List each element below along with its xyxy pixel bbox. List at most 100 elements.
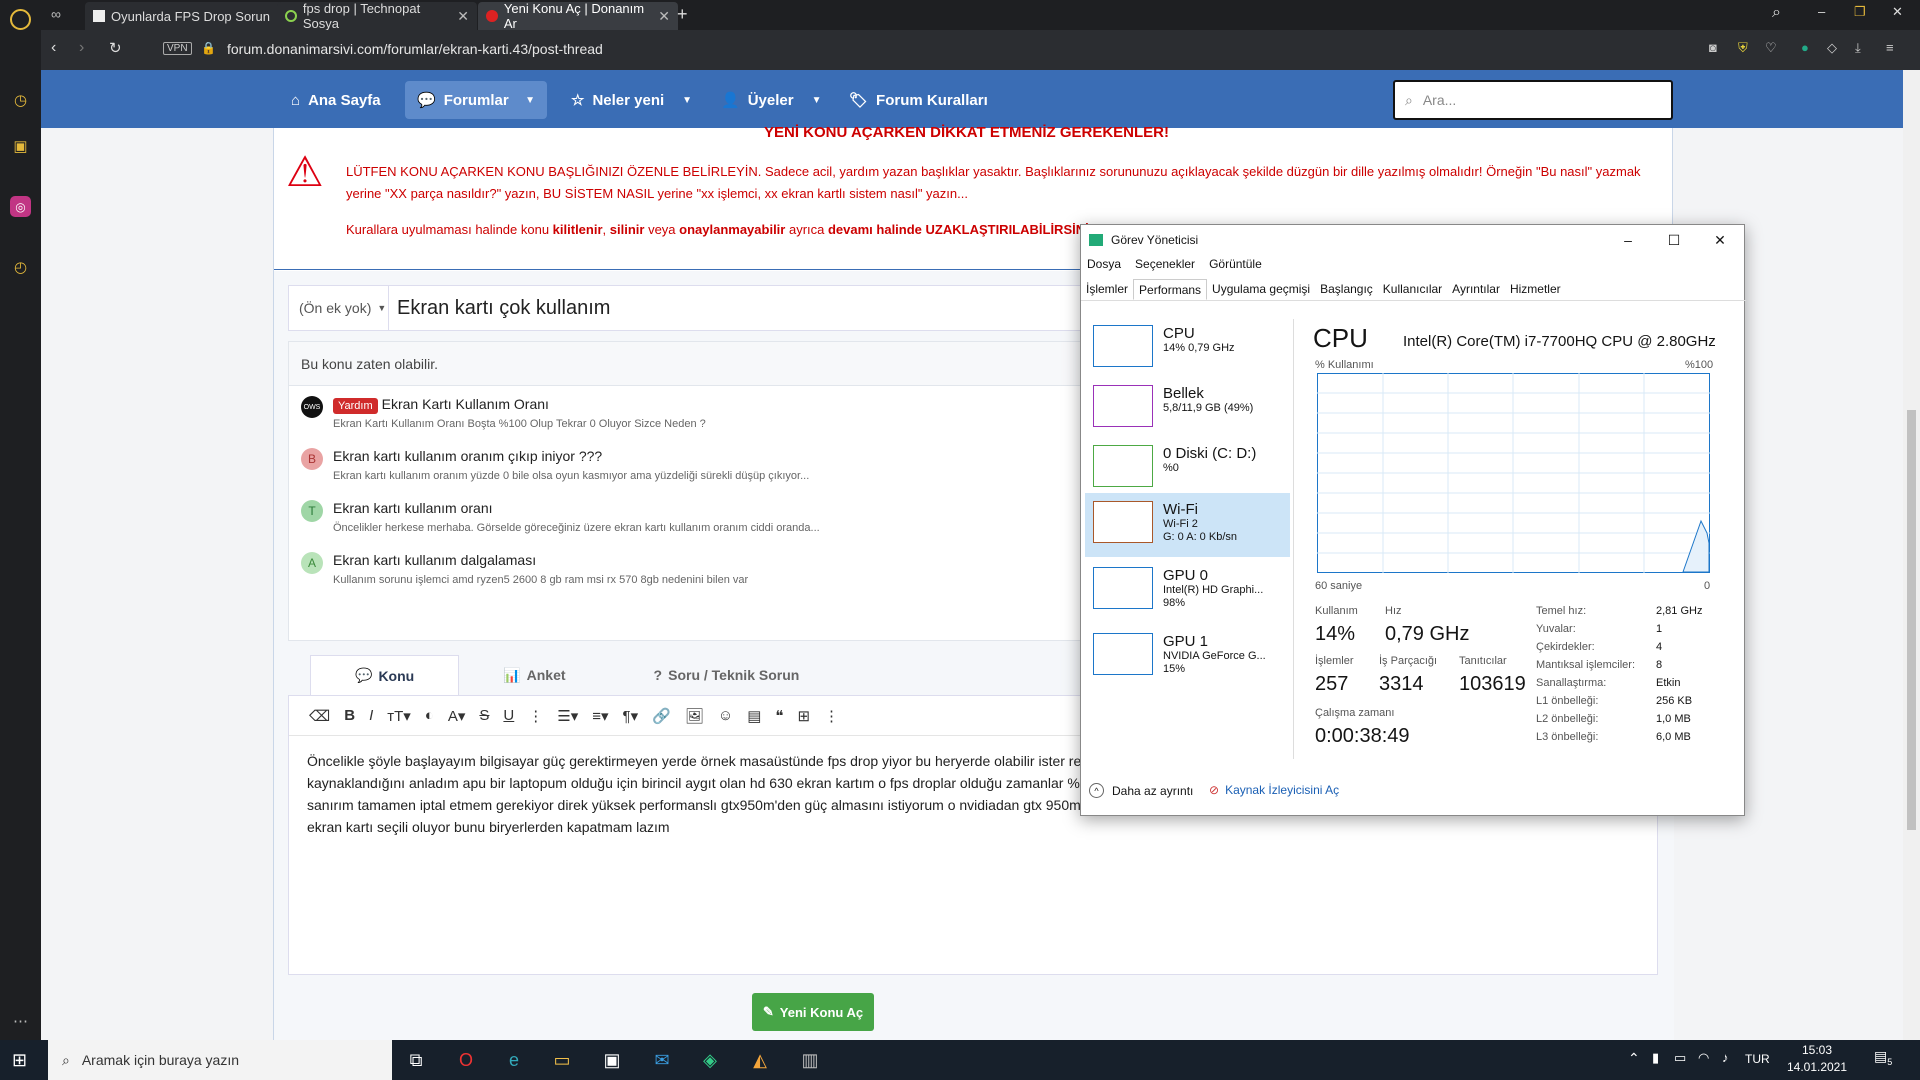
search-input[interactable]: ⌕ Ara... <box>1393 80 1673 120</box>
more-icon[interactable]: ⋮ <box>824 707 839 725</box>
submit-button[interactable]: ✎ Yeni Konu Aç <box>752 993 874 1031</box>
tab-konu[interactable]: 💬 Konu <box>310 655 460 695</box>
list-item[interactable]: A Ekran kartı kullanım dalgalaması Kullan… <box>301 552 748 586</box>
game-app-icon[interactable]: ◈ <box>696 1046 724 1074</box>
tray-app-icon[interactable]: ▮ <box>1652 1050 1659 1066</box>
nav-members[interactable]: 👤 Üyeler ▼ <box>709 81 833 119</box>
network-icon[interactable]: ◠ <box>1698 1050 1709 1066</box>
resource-monitor-link[interactable]: ⊘ Kaynak İzleyicisini Aç <box>1209 783 1339 797</box>
speed-dial-icon[interactable]: ◷ <box>10 89 31 110</box>
text-size-icon[interactable]: тT▾ <box>387 707 411 725</box>
file-explorer-icon[interactable]: ▭ <box>548 1046 576 1074</box>
nav-home[interactable]: ⌂ Ana Sayfa <box>279 81 393 119</box>
extension-icon[interactable]: ● <box>1801 40 1809 55</box>
heart-icon[interactable]: ♡ <box>1765 40 1777 56</box>
task-view-icon[interactable]: ⧉ <box>402 1046 430 1074</box>
new-tab-icon[interactable]: + <box>677 4 688 25</box>
nav-forums[interactable]: 💬 Forumlar ▼ <box>405 81 547 119</box>
list-item[interactable]: OWS Yardım Ekran Kartı Kullanım Oranı Ekra… <box>301 396 706 430</box>
image-icon[interactable]: 🖼 <box>685 707 704 725</box>
chevron-down-icon[interactable]: ▼ <box>682 95 692 106</box>
resource-memory[interactable]: Bellek 5,8/11,9 GB (49%) <box>1085 377 1290 441</box>
history-icon[interactable]: ◴ <box>10 256 31 277</box>
less-details-button[interactable]: ^ Daha az ayrıntı <box>1089 783 1193 798</box>
tab-details[interactable]: Ayrıntılar <box>1447 279 1505 300</box>
store-icon[interactable]: ▣ <box>598 1046 626 1074</box>
tab-app-history[interactable]: Uygulama geçmişi <box>1207 279 1315 300</box>
page-scrollbar[interactable] <box>1903 70 1920 1040</box>
nav-rules[interactable]: 🏷 Forum Kuralları <box>837 81 1000 119</box>
windows-start-icon[interactable]: ⊞ <box>12 1050 27 1071</box>
reload-icon[interactable]: ↻ <box>109 39 122 57</box>
browser-tab-active[interactable]: Yeni Konu Aç | Donanım Ar ✕ <box>478 1 678 31</box>
more-icon[interactable]: ⋯ <box>10 1010 31 1031</box>
tab-menu-icon[interactable]: ∞ <box>51 6 61 22</box>
shield-icon[interactable]: ⛨ <box>1738 40 1748 56</box>
edge-app-icon[interactable]: e <box>500 1046 528 1074</box>
menu-icon[interactable]: ≡ <box>1886 40 1894 55</box>
align-icon[interactable]: ≡▾ <box>592 707 608 725</box>
battery-icon[interactable]: ▭ <box>1674 1050 1686 1066</box>
list-item[interactable]: T Ekran kartı kullanım oranı Öncelikler h… <box>301 500 820 534</box>
download-icon[interactable]: ⤓ <box>1855 40 1861 56</box>
clock[interactable]: 15:03 14.01.2021 <box>1782 1043 1852 1074</box>
cube-icon[interactable]: ◇ <box>1827 40 1837 56</box>
list-item[interactable]: B Ekran kartı kullanım oranım çıkıp iniy… <box>301 448 809 482</box>
font-icon[interactable]: A▾ <box>448 707 466 725</box>
resource-gpu1[interactable]: GPU 1 NVIDIA GeForce G... 15% <box>1085 625 1290 689</box>
instagram-icon[interactable]: ◎ <box>10 196 31 217</box>
minimize-icon[interactable]: – <box>1818 4 1825 19</box>
resource-disk[interactable]: 0 Diski (C: D:) %0 <box>1085 437 1290 501</box>
bold-icon[interactable]: B <box>344 707 355 724</box>
chevron-down-icon[interactable]: ▼ <box>525 95 535 106</box>
search-tabs-icon[interactable]: ⌕ <box>1772 4 1781 22</box>
close-tab-icon[interactable]: ✕ <box>658 8 670 25</box>
close-window-icon[interactable]: ✕ <box>1892 4 1903 20</box>
url-field[interactable]: forum.donanimarsivi.com/forumlar/ekran-k… <box>227 41 603 57</box>
browser-tab[interactable]: fps drop | Technopat Sosya ✕ <box>277 1 477 31</box>
restore-icon[interactable]: ❐ <box>1854 4 1866 20</box>
resource-gpu0[interactable]: GPU 0 Intel(R) HD Graphi... 98% <box>1085 559 1290 623</box>
vpn-badge[interactable]: VPN <box>163 42 192 55</box>
prefix-select[interactable]: (Ön ek yok) ▼ <box>289 286 389 330</box>
nav-whats-new[interactable]: ☆ Neler yeni ▼ <box>559 81 704 119</box>
close-button[interactable]: ✕ <box>1697 225 1743 255</box>
italic-icon[interactable]: I <box>369 707 373 724</box>
task-manager-app-icon[interactable]: ▥ <box>796 1046 824 1074</box>
opera-app-icon[interactable]: O <box>452 1046 480 1074</box>
opera-logo-icon[interactable] <box>10 9 31 30</box>
menu-options[interactable]: Seçenekler <box>1135 257 1195 271</box>
volume-icon[interactable]: ♪ <box>1722 1050 1729 1065</box>
forward-icon[interactable]: › <box>79 39 84 57</box>
eraser-icon[interactable]: ⌫ <box>309 707 330 725</box>
scrollbar-thumb[interactable] <box>1907 410 1916 830</box>
workspace-icon[interactable]: ▣ <box>10 135 31 156</box>
menu-file[interactable]: Dosya <box>1087 257 1121 271</box>
tab-startup[interactable]: Başlangıç <box>1315 279 1378 300</box>
chevron-up-icon[interactable]: ⌃ <box>1628 1050 1640 1067</box>
table-icon[interactable]: ⊞ <box>797 707 810 725</box>
menu-view[interactable]: Görüntüle <box>1209 257 1262 271</box>
maximize-button[interactable]: ☐ <box>1651 225 1697 255</box>
taskbar-search[interactable]: ⌕ Aramak için buraya yazın <box>48 1040 392 1080</box>
more-icon[interactable]: ⋮ <box>528 707 543 725</box>
tab-processes[interactable]: İşlemler <box>1081 279 1133 300</box>
quote-icon[interactable]: ❝ <box>775 707 783 725</box>
title-input[interactable]: Ekran kartı çok kullanım <box>389 297 610 320</box>
tab-performance[interactable]: Performans <box>1133 279 1208 300</box>
close-tab-icon[interactable]: ✕ <box>457 8 469 25</box>
chevron-down-icon[interactable]: ▼ <box>812 95 822 106</box>
minimize-button[interactable]: – <box>1605 225 1651 255</box>
media-icon[interactable]: ▤ <box>747 707 761 725</box>
paragraph-icon[interactable]: ¶▾ <box>623 707 639 725</box>
strikethrough-icon[interactable]: S <box>479 707 489 724</box>
smiley-icon[interactable]: ☺ <box>718 707 733 724</box>
tab-anket[interactable]: 📊 Anket <box>459 655 609 695</box>
underline-icon[interactable]: U <box>503 707 514 724</box>
browser-tab[interactable]: Oyunlarda FPS Drop Sorun ✕ <box>85 2 303 30</box>
tab-soru[interactable]: ? Soru / Teknik Sorun <box>610 655 844 695</box>
tab-services[interactable]: Hizmetler <box>1505 279 1566 300</box>
mail-icon[interactable]: ✉ <box>648 1046 676 1074</box>
resource-wifi[interactable]: Wi-Fi Wi-Fi 2 G: 0 A: 0 Kb/sn <box>1085 493 1290 557</box>
game-launcher-icon[interactable]: ◭ <box>746 1046 774 1074</box>
